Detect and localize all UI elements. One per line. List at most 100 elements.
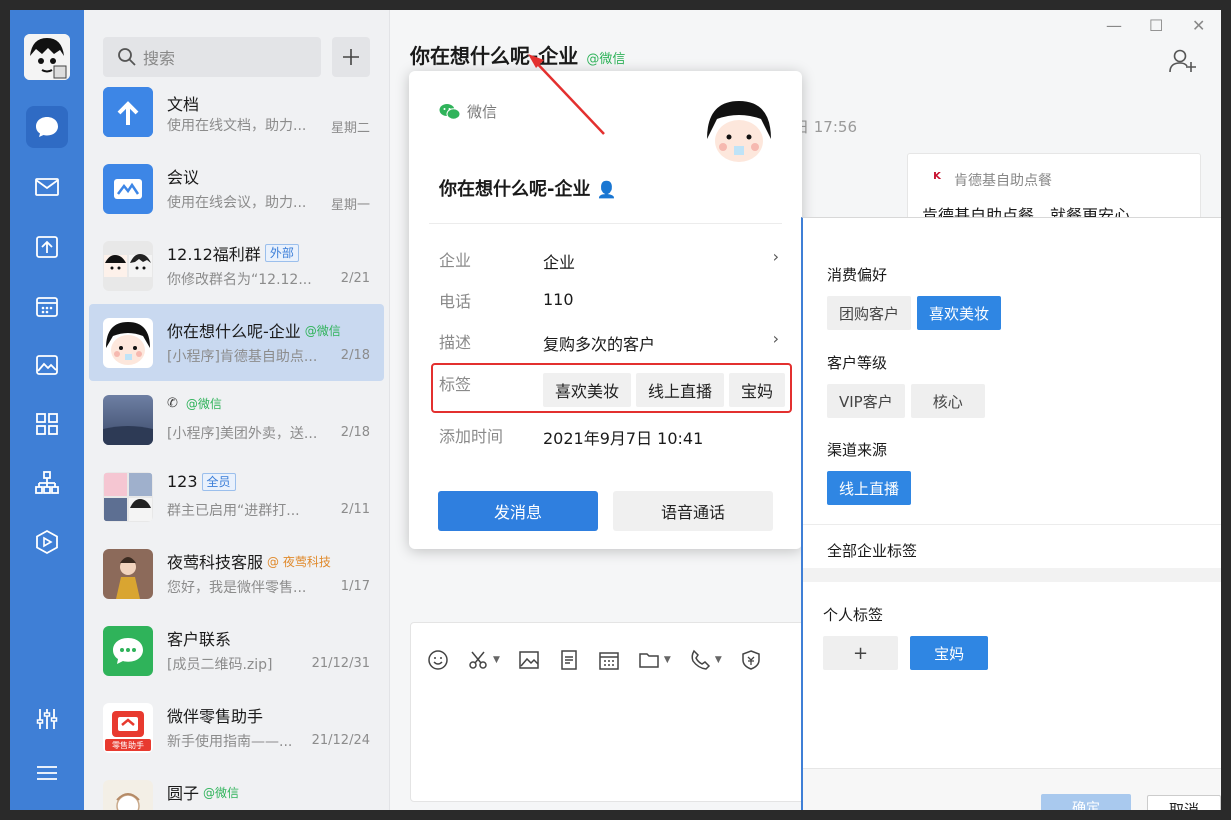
- personal-tags-chips: + 宝妈: [823, 636, 989, 670]
- screenshot-scissors-icon[interactable]: ▼: [467, 649, 500, 671]
- personal-tag-selected[interactable]: 宝妈: [910, 636, 989, 670]
- add-member-icon[interactable]: [1169, 48, 1197, 78]
- conv-time: 2/18: [340, 348, 370, 363]
- voice-call-button[interactable]: 语音通话: [613, 491, 773, 531]
- row-value: 110: [543, 290, 574, 309]
- tag-option-selected[interactable]: 喜欢美妆: [917, 296, 1002, 330]
- row-value: 2021年9月7日 10:41: [543, 429, 704, 448]
- conv-name: 夜莺科技客服: [167, 553, 264, 572]
- conv-preview: 使用在线会议，助力...: [167, 195, 307, 211]
- settings-sliders-icon[interactable]: [26, 698, 68, 740]
- conv-preview: [成员二维码.zip]: [167, 657, 273, 673]
- search-placeholder: 搜索: [143, 49, 176, 68]
- profile-name: 你在想什么呢-企业 👤: [439, 175, 617, 201]
- all-tags-link[interactable]: 全部企业标签: [827, 540, 917, 561]
- conversation-list: 搜索 文档 使用在线文档，助力... 星期二 会议 使用在线会议，助力... 星…: [84, 10, 390, 810]
- menu-icon[interactable]: [26, 752, 68, 794]
- all-members-badge: 全员: [201, 472, 236, 491]
- conv-time: 星期一: [330, 198, 370, 213]
- avatar-caption: 零售助手: [112, 741, 144, 750]
- profile-name-text: 你在想什么呢-企业: [439, 179, 591, 200]
- list-item[interactable]: 12.12福利群 外部 你修改群名为“12.12... 2/21: [89, 227, 384, 304]
- list-item[interactable]: ✆ @微信 [小程序]美团外卖，送... 2/18: [89, 381, 384, 458]
- list-item[interactable]: 零售助手 微伴零售助手 新手使用指南——... 21/12/24: [89, 689, 384, 766]
- conv-time: 1/17: [340, 579, 370, 594]
- conv-time: 21/12/24: [311, 733, 370, 748]
- tag-option-selected[interactable]: 线上直播: [827, 471, 912, 505]
- kfc-logo-icon: K: [928, 168, 946, 186]
- tag-option[interactable]: VIP客户: [827, 384, 905, 418]
- phone-row: 电话 110: [439, 284, 779, 314]
- tag-selection-panel: 消费偏好 团购客户 喜欢美妆 客户等级 VIP客户 核心 渠道来源 线上直播 全…: [801, 217, 1221, 810]
- cancel-button[interactable]: 取消: [1147, 795, 1221, 810]
- list-item[interactable]: 夜莺科技客服 @ 夜莺科技 您好，我是微伴零售... 1/17: [89, 535, 384, 612]
- my-avatar[interactable]: [24, 34, 70, 80]
- contact-avatar: [103, 780, 153, 810]
- list-item-selected[interactable]: 你在想什么呢-企业 @微信 [小程序]肯德基自助点... 2/18: [89, 304, 384, 381]
- calendar-icon[interactable]: [598, 649, 620, 671]
- confirm-button[interactable]: 确定: [1041, 794, 1131, 810]
- retail-assistant-avatar: 零售助手: [103, 703, 153, 753]
- emoji-icon[interactable]: [427, 649, 449, 671]
- org-icon[interactable]: [26, 462, 68, 504]
- conv-preview: 群主已启用“进群打...: [167, 503, 300, 519]
- contact-avatar[interactable]: [705, 97, 773, 165]
- phone-icon[interactable]: ▼: [689, 649, 722, 671]
- payment-shield-icon[interactable]: [740, 649, 762, 671]
- contact-avatar: [103, 318, 153, 368]
- row-value: 企业: [543, 253, 576, 272]
- send-message-button[interactable]: 发消息: [438, 491, 598, 531]
- list-item[interactable]: 圆子 @微信: [89, 766, 384, 810]
- list-item[interactable]: 123 全员 群主已启用“进群打... 2/11: [89, 458, 384, 535]
- conv-time: 21/12/31: [311, 656, 370, 671]
- tag-option[interactable]: 团购客户: [827, 296, 912, 330]
- meeting-app-avatar: [103, 164, 153, 214]
- composer-toolbar: ▼ ▼ ▼: [427, 649, 762, 671]
- chat-icon[interactable]: [26, 106, 68, 148]
- company-row[interactable]: 企业 企业 ›: [439, 243, 779, 273]
- maximize-icon[interactable]: ☐: [1149, 16, 1163, 35]
- group-avatar: [103, 472, 153, 522]
- wechat-suffix: @微信: [304, 323, 341, 338]
- image-icon[interactable]: [518, 649, 540, 671]
- apps-icon[interactable]: [26, 403, 68, 445]
- personal-tags-title: 个人标签: [823, 606, 884, 624]
- agent-avatar: [103, 549, 153, 599]
- docs-icon[interactable]: [26, 226, 68, 268]
- close-icon[interactable]: ✕: [1192, 16, 1205, 35]
- tag-group-title: 客户等级: [827, 354, 888, 372]
- row-label: 添加时间: [439, 427, 504, 446]
- phone-icon: ✆: [167, 396, 178, 411]
- row-value: 复购多次的客户: [543, 335, 656, 354]
- tag-group-chips: 团购客户 喜欢美妆: [827, 296, 1002, 330]
- highlight-box: [431, 363, 792, 413]
- image-icon[interactable]: [26, 344, 68, 386]
- list-item[interactable]: 客户联系 [成员二维码.zip] 21/12/31: [89, 612, 384, 689]
- conv-time: 2/18: [340, 425, 370, 440]
- conv-name: 12.12福利群: [167, 245, 261, 264]
- person-icon: 👤: [596, 180, 617, 199]
- row-label: 电话: [439, 292, 472, 311]
- conv-time: 星期二: [330, 121, 370, 136]
- search-input[interactable]: 搜索: [103, 37, 321, 77]
- add-button[interactable]: [332, 37, 370, 77]
- row-label: 企业: [439, 251, 472, 270]
- conv-preview: 您好，我是微伴零售...: [167, 580, 307, 596]
- calendar-icon[interactable]: [26, 285, 68, 327]
- list-item[interactable]: 文档 使用在线文档，助力... 星期二: [89, 73, 384, 150]
- profile-source-label: 微信: [467, 103, 498, 121]
- folder-icon[interactable]: ▼: [638, 649, 671, 671]
- conv-preview: [小程序]美团外卖，送...: [167, 426, 318, 442]
- document-icon[interactable]: [558, 649, 580, 671]
- hex-icon[interactable]: [26, 521, 68, 563]
- list-item[interactable]: 会议 使用在线会议，助力... 星期一: [89, 150, 384, 227]
- mail-icon[interactable]: [26, 166, 68, 208]
- tag-group-title: 消费偏好: [827, 266, 888, 284]
- minimize-icon[interactable]: —: [1106, 16, 1122, 35]
- description-row[interactable]: 描述 复购多次的客户 ›: [439, 325, 779, 355]
- divider: [803, 524, 1221, 525]
- org-suffix: @ 夜莺科技: [267, 554, 331, 569]
- wechat-icon: [439, 103, 461, 120]
- tag-option[interactable]: 核心: [910, 384, 985, 418]
- add-tag-button[interactable]: +: [823, 636, 899, 670]
